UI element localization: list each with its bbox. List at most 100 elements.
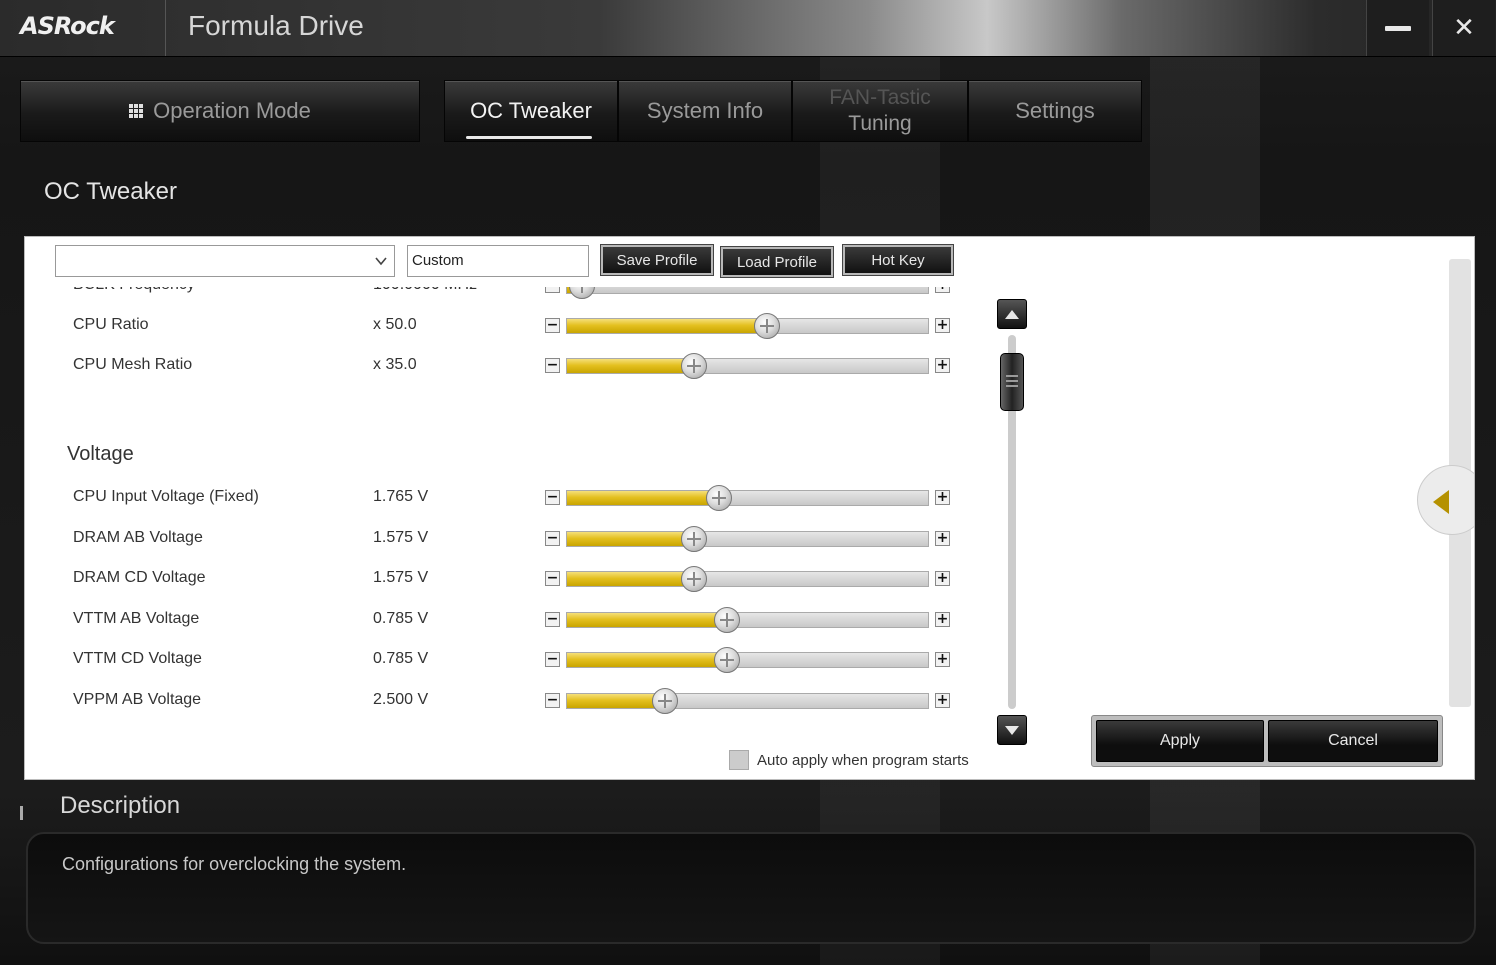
increase-button[interactable]: + (935, 358, 950, 373)
slider-knob[interactable] (681, 353, 708, 379)
nav-fan-label-line1: FAN-Tastic (829, 86, 931, 109)
arrow-up-icon (1005, 309, 1019, 319)
increase-button[interactable]: + (935, 652, 950, 668)
decrease-button[interactable]: − (545, 318, 560, 333)
slider-knob[interactable] (681, 566, 708, 593)
setting-label: DRAM CD Voltage (73, 569, 206, 587)
title-bar[interactable]: ASRock Formula Drive ✕ (0, 0, 1496, 57)
nav-oc-tweaker[interactable]: OC Tweaker (444, 80, 618, 142)
decrease-button[interactable]: − (545, 358, 560, 373)
scrollbar-thumb[interactable] (1000, 353, 1024, 411)
value-slider[interactable] (566, 688, 929, 714)
brand-logo: ASRock (20, 12, 115, 40)
profile-dropdown[interactable] (55, 245, 395, 277)
slider-fill (567, 653, 726, 668)
scroll-up-button[interactable] (997, 299, 1027, 329)
value-slider[interactable] (566, 647, 929, 674)
slider-knob[interactable] (713, 606, 740, 633)
page-title: OC Tweaker (44, 178, 177, 205)
decrease-button[interactable]: − (545, 287, 560, 293)
setting-label: BCLK Frequency (73, 287, 195, 305)
grid-icon (129, 104, 144, 118)
increase-button[interactable]: + (935, 490, 950, 505)
nav-system-info[interactable]: System Info (618, 80, 792, 142)
nav-settings-label: Settings (1015, 98, 1095, 123)
value-slider[interactable] (566, 525, 929, 552)
setting-value: x 35.0 (373, 356, 417, 373)
value-slider[interactable] (566, 313, 929, 339)
setting-value: x 50.0 (373, 316, 417, 333)
slider-knob[interactable] (753, 313, 780, 339)
description-title: Description (60, 792, 181, 819)
value-slider[interactable] (566, 287, 929, 299)
value-slider[interactable] (566, 566, 929, 593)
increase-button[interactable]: + (935, 693, 950, 708)
decrease-button[interactable]: − (545, 571, 560, 587)
decrease-button[interactable]: − (545, 611, 560, 627)
slider-knob[interactable] (681, 525, 708, 552)
setting-row: DRAM CD Voltage 1.575 V − + (25, 558, 985, 598)
setting-label: CPU Ratio (73, 316, 149, 333)
setting-value: 100.0000 MHz (373, 287, 477, 305)
decrease-button[interactable]: − (545, 490, 560, 505)
value-slider[interactable] (566, 353, 929, 379)
setting-label: DRAM AB Voltage (73, 528, 203, 546)
setting-value: 0.785 V (373, 650, 429, 668)
settings-list[interactable]: BCLK Frequency 100.0000 MHz − + CPU Ratio x 5… (25, 287, 985, 757)
nav-system-info-label: System Info (646, 98, 764, 123)
increase-button[interactable]: + (935, 530, 950, 546)
minimize-icon (1385, 25, 1411, 31)
setting-label: VPPM AB Voltage (73, 691, 202, 708)
decrease-button[interactable]: − (545, 693, 560, 708)
increase-button[interactable]: + (935, 611, 950, 627)
nav-operation-mode[interactable]: Operation Mode (20, 80, 420, 142)
slider-fill (567, 694, 665, 708)
list-scrollbar[interactable] (997, 299, 1027, 747)
setting-row: CPU Mesh Ratio x 35.0 − + (25, 345, 985, 385)
setting-row: CPU Ratio x 50.0 − + (25, 305, 985, 345)
setting-row: VPPM AB Voltage 2.500 V − + (25, 680, 985, 720)
value-slider[interactable] (566, 606, 929, 633)
auto-apply-checkbox[interactable] (729, 750, 749, 770)
slider-knob[interactable] (706, 485, 733, 511)
description-box: Configurations for overclocking the syst… (26, 832, 1476, 944)
arrow-down-icon (1005, 725, 1019, 735)
setting-row: DRAM AB Voltage 1.575 V − + (25, 518, 985, 558)
slider-knob[interactable] (713, 647, 740, 674)
close-button[interactable]: ✕ (1432, 0, 1495, 56)
increase-button[interactable]: + (935, 287, 950, 293)
slider-fill (567, 572, 694, 587)
value-slider[interactable] (566, 485, 929, 511)
nav-settings[interactable]: Settings (968, 80, 1142, 142)
nav-operation-mode-label: Operation Mode (153, 98, 311, 123)
nav-fan-tastic-tuning[interactable]: FAN-Tastic Tuning (792, 80, 968, 142)
load-profile-button[interactable]: Load Profile (720, 246, 834, 278)
profile-name-input[interactable]: Custom (407, 245, 589, 277)
increase-button[interactable]: + (935, 318, 950, 333)
apply-cancel-group: Apply Cancel (1091, 715, 1443, 767)
minimize-button[interactable] (1366, 0, 1429, 56)
slider-knob[interactable] (568, 287, 595, 299)
setting-value: 1.765 V (373, 488, 429, 505)
active-tab-indicator (466, 136, 592, 139)
setting-value: 0.785 V (373, 609, 429, 627)
decrease-button[interactable]: − (545, 652, 560, 668)
slider-fill (567, 531, 694, 546)
setting-row: VTTM AB Voltage 0.785 V − + (25, 599, 985, 639)
cancel-button[interactable]: Cancel (1268, 720, 1438, 762)
decrease-button[interactable]: − (545, 530, 560, 546)
scroll-down-button[interactable] (997, 715, 1027, 745)
save-profile-button[interactable]: Save Profile (600, 244, 714, 276)
setting-value: 2.500 V (373, 691, 429, 708)
apply-button[interactable]: Apply (1096, 720, 1264, 762)
title-separator (165, 0, 166, 56)
hot-key-button[interactable]: Hot Key (842, 244, 954, 276)
slider-fill (567, 491, 719, 505)
nav-oc-tweaker-label: OC Tweaker (470, 98, 592, 123)
auto-apply-option[interactable]: Auto apply when program starts (729, 749, 969, 771)
slider-knob[interactable] (652, 688, 678, 714)
increase-button[interactable]: + (935, 571, 950, 587)
app-title: Formula Drive (188, 10, 364, 41)
oc-tweaker-panel: Custom Save Profile Load Profile Hot Key… (24, 236, 1475, 780)
voltage-section-title: Voltage (67, 443, 134, 465)
